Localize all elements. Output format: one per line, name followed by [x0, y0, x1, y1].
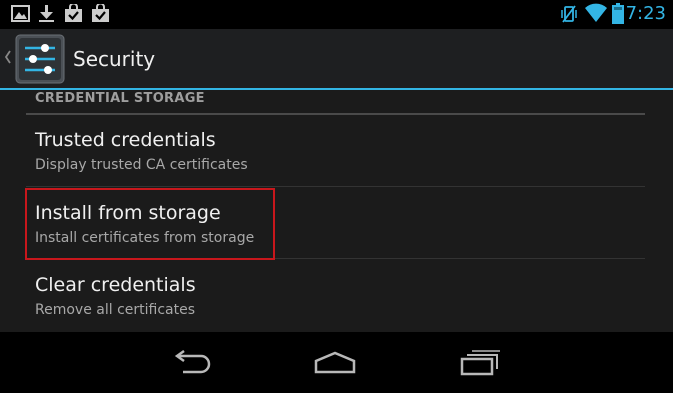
action-bar: Security — [0, 29, 673, 90]
shopping-bag-check-icon — [64, 2, 83, 27]
pref-clear-credentials[interactable]: Clear credentials Remove all certificate… — [26, 259, 645, 331]
pref-summary: Display trusted CA certificates — [35, 157, 248, 173]
wifi-icon — [585, 3, 607, 27]
pref-title: Trusted credentials — [35, 129, 216, 151]
pref-trusted-credentials[interactable]: Trusted credentials Display trusted CA c… — [26, 115, 645, 187]
highlight-annotation — [25, 188, 275, 260]
section-header: CREDENTIAL STORAGE — [35, 91, 205, 106]
back-icon[interactable] — [171, 349, 213, 380]
navigation-bar — [0, 332, 673, 393]
up-caret-icon[interactable] — [4, 49, 12, 68]
pref-summary: Remove all certificates — [35, 302, 196, 318]
pref-title: Clear credentials — [35, 274, 196, 296]
recent-apps-icon[interactable] — [459, 350, 501, 380]
settings-sliders-icon[interactable] — [15, 34, 65, 88]
status-clock: 7:23 — [625, 3, 666, 24]
page-title: Security — [73, 47, 156, 71]
shopping-bag-check-icon — [91, 2, 110, 27]
vibrate-off-icon — [561, 4, 577, 28]
battery-icon — [612, 3, 624, 28]
home-icon[interactable] — [313, 350, 357, 380]
download-icon — [38, 4, 55, 27]
status-bar: 7:23 — [0, 0, 673, 29]
image-icon — [11, 4, 30, 27]
